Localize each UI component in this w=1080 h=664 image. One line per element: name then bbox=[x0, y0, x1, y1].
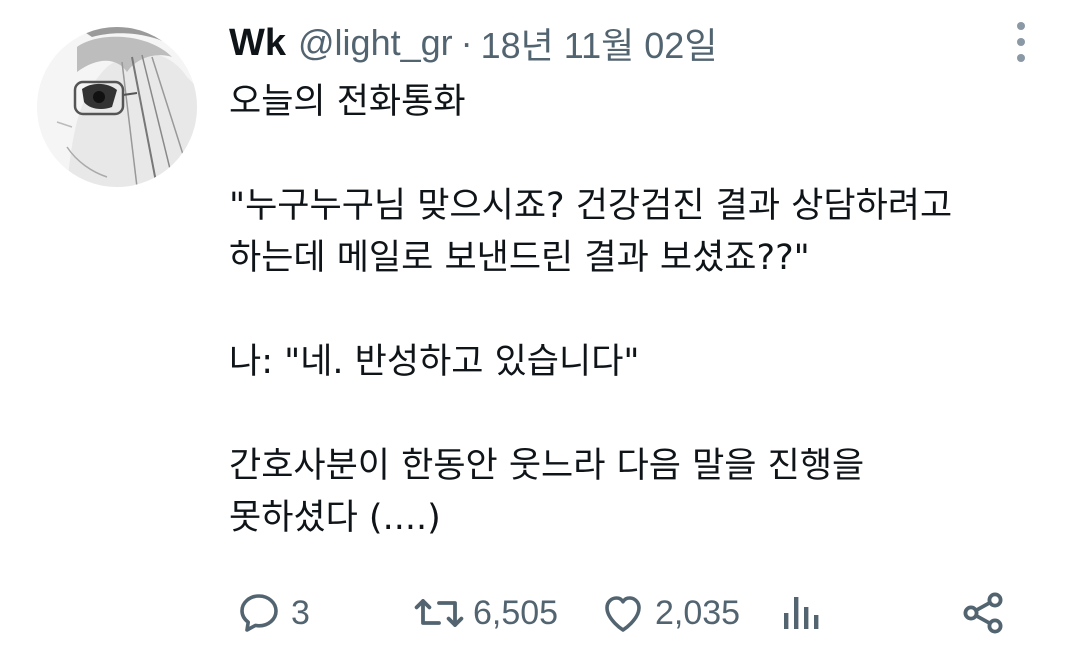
retweet-button[interactable]: 6,505 bbox=[413, 585, 558, 641]
more-options-button[interactable] bbox=[1006, 22, 1036, 62]
tweet-text-line: 못하셨다 (....) bbox=[229, 498, 441, 538]
more-vertical-icon-dot bbox=[1017, 38, 1025, 46]
more-vertical-icon-dot bbox=[1017, 54, 1025, 62]
retweet-icon bbox=[414, 599, 464, 627]
author-name[interactable]: Wk bbox=[229, 22, 286, 65]
like-count: 2,035 bbox=[655, 593, 741, 632]
share-button[interactable] bbox=[959, 585, 1007, 641]
tweet-date[interactable]: 18년 11월 02일 bbox=[481, 17, 718, 69]
tweet-text-line: 오늘의 전화통화 bbox=[229, 82, 466, 122]
tweet: Wk @light_gr · 18년 11월 02일 오늘의 전화통화 "누구누… bbox=[0, 0, 1080, 664]
reply-button[interactable]: 3 bbox=[235, 585, 310, 641]
retweet-count: 6,505 bbox=[473, 593, 559, 632]
tweet-text-line: "누구누구님 맞으시죠? 건강검진 결과 상담하려고 bbox=[229, 186, 953, 226]
tweet-text-line: 하는데 메일로 보낸드린 결과 보셨죠??" bbox=[229, 238, 810, 278]
views-icon bbox=[784, 597, 819, 629]
reply-count: 3 bbox=[291, 593, 310, 632]
reply-icon bbox=[240, 594, 278, 632]
avatar[interactable] bbox=[37, 27, 197, 187]
tweet-text-blank bbox=[229, 388, 1049, 440]
tweet-text: 오늘의 전화통화 "누구누구님 맞으시죠? 건강검진 결과 상담하려고 하는데 … bbox=[229, 76, 1049, 544]
more-vertical-icon bbox=[1017, 22, 1025, 30]
author-handle[interactable]: @light_gr bbox=[298, 22, 453, 64]
heart-icon bbox=[605, 596, 641, 632]
share-icon bbox=[963, 592, 1003, 634]
tweet-text-line: 간호사분이 한동안 웃느라 다음 말을 진행을 bbox=[229, 446, 865, 486]
tweet-text-blank bbox=[229, 284, 1049, 336]
header-separator: · bbox=[460, 22, 473, 63]
tweet-text-line: 나: "네. 반성하고 있습니다" bbox=[229, 342, 640, 382]
like-button[interactable]: 2,035 bbox=[599, 585, 740, 641]
views-button[interactable] bbox=[777, 585, 825, 641]
avatar-image bbox=[37, 27, 197, 187]
tweet-actions: 3 6,505 2,035 bbox=[229, 585, 1029, 641]
tweet-header: Wk @light_gr · 18년 11월 02일 bbox=[229, 18, 717, 68]
tweet-text-blank bbox=[229, 128, 1049, 180]
